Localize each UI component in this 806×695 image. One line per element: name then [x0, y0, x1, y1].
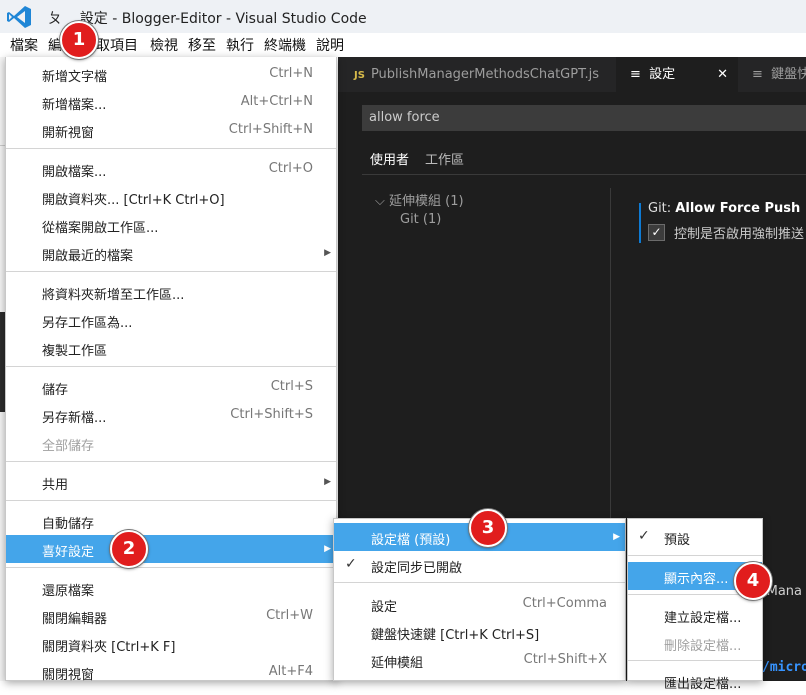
submenu-arrow-icon: ▶: [324, 544, 331, 554]
toc-divider: [610, 188, 611, 568]
menu-item-open-file[interactable]: 開啟檔案... Ctrl+O: [6, 155, 336, 183]
profiles-submenu: ✓ 預設 顯示內容... 建立設定檔... 刪除設定檔... 匯出設定檔...: [627, 518, 763, 692]
menu-item-add-folder-to-workspace[interactable]: 將資料夾新增至工作區...: [6, 278, 336, 306]
menu-go[interactable]: 移至: [188, 35, 216, 55]
title-bar: ㄆ 設定 - Blogger-Editor - Visual Studio Co…: [0, 0, 806, 33]
menu-item-save[interactable]: 儲存 Ctrl+S: [6, 373, 336, 401]
menu-item-auto-save[interactable]: 自動儲存: [6, 507, 336, 535]
background-code-fragment: /micro: [762, 660, 806, 675]
tab-workspace-scope[interactable]: 工作區: [425, 149, 464, 168]
js-file-icon: JS: [354, 70, 365, 81]
setting-title: Git: Allow Force Push: [648, 201, 801, 216]
menu-terminal[interactable]: 終端機: [264, 35, 306, 55]
tab-publishmanager[interactable]: JS PublishManagerMethodsChatGPT.js: [338, 57, 608, 92]
menu-help[interactable]: 說明: [316, 35, 344, 55]
tab-keybindings[interactable]: ≡ 鍵盤快: [738, 57, 806, 92]
menu-item-open-recent[interactable]: 開啟最近的檔案 ▶: [6, 239, 336, 267]
vscode-icon: [7, 6, 31, 28]
scope-divider: [362, 174, 806, 175]
toc-extensions-group[interactable]: ⌵ 延伸模組 (1): [375, 190, 464, 209]
file-menu: 新增文字檔 Ctrl+N 新增檔案... Alt+Ctrl+N 開新視窗 Ctrl+S…: [5, 57, 337, 683]
menu-item-open-folder[interactable]: 開啟資料夾... [Ctrl+K Ctrl+O]: [6, 183, 336, 211]
step-marker-2: 2: [110, 530, 148, 568]
menu-item-default-profile[interactable]: ✓ 預設: [628, 523, 762, 551]
menu-file[interactable]: 檔案: [10, 35, 38, 55]
menu-separator: [628, 555, 762, 556]
menu-item-close-editor[interactable]: 關閉編輯器 Ctrl+W: [6, 602, 336, 630]
checkmark-icon: ✓: [345, 556, 357, 572]
menu-item-revert-file[interactable]: 還原檔案: [6, 574, 336, 602]
menu-separator: [6, 500, 336, 501]
allow-force-push-checkbox[interactable]: ✓: [648, 224, 665, 241]
step-marker-1: 1: [60, 21, 98, 59]
menu-view[interactable]: 檢視: [150, 35, 178, 55]
menu-item-close-window[interactable]: 關閉視窗 Alt+F4: [6, 658, 336, 686]
menu-item-close-folder[interactable]: 關閉資料夾 [Ctrl+K F]: [6, 630, 336, 658]
toc-git-item[interactable]: Git (1): [400, 212, 441, 227]
setting-focus-bar: [639, 203, 641, 243]
tab-user-scope[interactable]: 使用者: [370, 149, 410, 175]
menu-separator: [334, 582, 625, 583]
menu-bar: 檔案 編 取項目 檢視 移至 執行 終端機 說明: [0, 33, 806, 57]
menu-item-new-text-file[interactable]: 新增文字檔 Ctrl+N: [6, 60, 336, 88]
submenu-arrow-icon: ▶: [613, 532, 620, 542]
checkmark-icon: ✓: [638, 528, 650, 544]
menu-separator: [6, 461, 336, 462]
menu-item-save-all: 全部儲存: [42, 439, 95, 454]
step-marker-3: 3: [469, 509, 507, 547]
menu-item-delete-profile: 刪除設定檔...: [664, 639, 742, 654]
menu-selection[interactable]: 取項目: [96, 35, 138, 55]
menu-item-create-profile[interactable]: 建立設定檔...: [628, 601, 762, 629]
menu-run[interactable]: 執行: [226, 35, 254, 55]
menu-item-share[interactable]: 共用 ▶: [6, 468, 336, 496]
menu-item-open-workspace[interactable]: 從檔案開啟工作區...: [6, 211, 336, 239]
settings-search-input[interactable]: allow force: [362, 105, 806, 131]
editor-tabs: JS PublishManagerMethodsChatGPT.js ≡ 設定 ✕…: [338, 57, 806, 92]
menu-separator: [6, 148, 336, 149]
menu-item-settings-sync-on[interactable]: ✓ 設定同步已開啟: [334, 551, 625, 579]
menu-separator: [6, 366, 336, 367]
submenu-arrow-icon: ▶: [324, 477, 331, 487]
menu-item-new-window[interactable]: 開新視窗 Ctrl+Shift+N: [6, 116, 336, 144]
setting-description: 控制是否啟用強制推送: [674, 227, 805, 242]
keybindings-file-icon: ≡: [752, 67, 763, 82]
settings-file-icon: ≡: [630, 67, 641, 82]
menu-item-settings[interactable]: 設定 Ctrl+Comma: [334, 590, 625, 618]
menu-item-save-as[interactable]: 另存新檔... Ctrl+Shift+S: [6, 401, 336, 429]
menu-item-extensions[interactable]: 延伸模組 Ctrl+Shift+X: [334, 646, 625, 674]
menu-separator: [6, 567, 336, 568]
menu-item-new-file[interactable]: 新增檔案... Alt+Ctrl+N: [6, 88, 336, 116]
chevron-down-icon: ⌵: [375, 194, 385, 209]
menu-item-keyboard-shortcuts[interactable]: 鍵盤快速鍵 [Ctrl+K Ctrl+S]: [334, 618, 625, 646]
menu-separator: [628, 660, 762, 661]
close-icon[interactable]: ✕: [717, 57, 728, 92]
menu-item-preferences[interactable]: 喜好設定 ▶: [6, 535, 336, 563]
window-title: ㄆ 設定 - Blogger-Editor - Visual Studio Co…: [48, 11, 367, 27]
tab-settings[interactable]: ≡ 設定 ✕: [616, 57, 738, 92]
menu-item-export-profile[interactable]: 匯出設定檔...: [628, 667, 762, 695]
menu-item-save-workspace-as[interactable]: 另存工作區為...: [6, 306, 336, 334]
menu-separator: [6, 271, 336, 272]
submenu-arrow-icon: ▶: [324, 248, 331, 258]
menu-item-duplicate-workspace[interactable]: 複製工作區: [6, 334, 336, 362]
step-marker-4: 4: [734, 562, 772, 600]
